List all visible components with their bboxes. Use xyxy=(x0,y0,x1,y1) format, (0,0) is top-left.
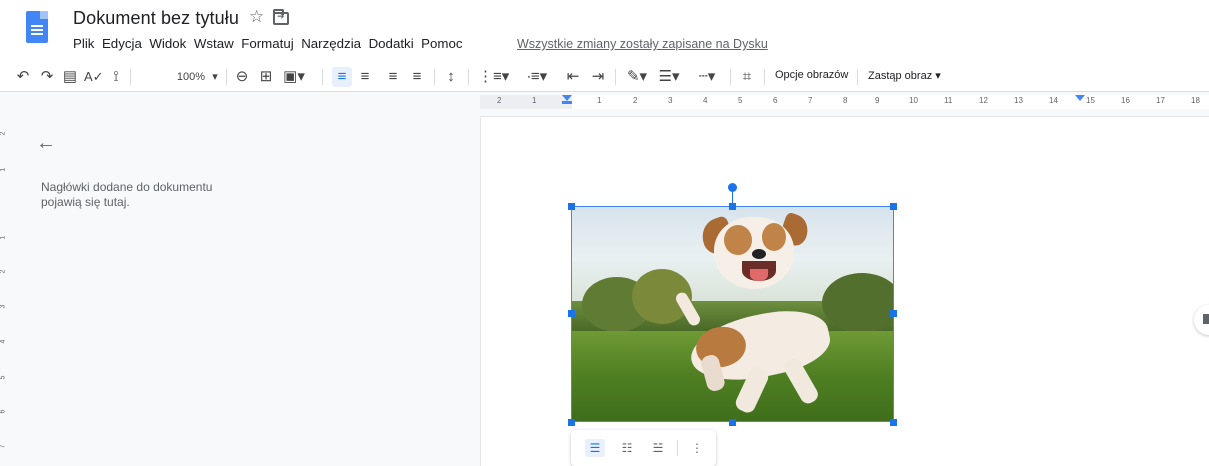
menu-view[interactable]: Widok xyxy=(149,36,186,51)
dog-photo[interactable] xyxy=(571,206,894,422)
ruler-number: 11 xyxy=(944,96,953,105)
ruler-number: 9 xyxy=(875,96,880,105)
google-docs-logo-icon[interactable] xyxy=(26,11,48,43)
align-right-icon[interactable]: ≡ xyxy=(384,67,402,87)
border-dash-icon[interactable]: ┄▾ xyxy=(693,67,721,87)
menu-bar: Plik Edycja Widok Wstaw Formatuj Narzędz… xyxy=(73,36,470,51)
inline-wrap-icon[interactable]: ☰ xyxy=(585,439,605,457)
ruler-number: 15 xyxy=(1086,96,1095,105)
replace-image-button[interactable]: Zastąp obraz ▾ xyxy=(868,69,941,82)
align-justify-icon[interactable]: ≡ xyxy=(408,67,426,87)
replace-image-label: Zastąp obraz xyxy=(868,70,933,82)
ruler-number: 1 xyxy=(532,96,537,105)
ruler-number: 5 xyxy=(738,96,743,105)
resize-handle-left[interactable] xyxy=(568,310,575,317)
ruler-number: 13 xyxy=(1014,96,1023,105)
resize-handle-top-left[interactable] xyxy=(568,203,575,210)
align-center-icon[interactable]: ≡ xyxy=(356,67,374,87)
right-indent-marker[interactable] xyxy=(1075,95,1085,101)
menu-help[interactable]: Pomoc xyxy=(421,36,462,51)
border-color-icon[interactable]: ✎▾ xyxy=(624,67,650,87)
spellcheck-icon[interactable]: A✓ xyxy=(84,67,104,87)
ruler-number: 17 xyxy=(1156,96,1165,105)
horizontal-ruler[interactable]: 2 1 1 2 3 4 5 6 7 8 9 10 11 12 13 14 15 … xyxy=(480,95,1209,109)
close-outline-arrow-icon[interactable]: ← xyxy=(36,132,56,155)
ruler-number: 1 xyxy=(0,235,7,240)
resize-handle-top[interactable] xyxy=(729,203,736,210)
ruler-number: 6 xyxy=(773,96,778,105)
menu-tools[interactable]: Narzędzia xyxy=(301,36,361,51)
outline-placeholder-text: Nagłówki dodane do dokumentu pojawią się… xyxy=(41,180,213,209)
ruler-number: 12 xyxy=(979,96,988,105)
resize-handle-right[interactable] xyxy=(890,310,897,317)
ruler-number: 18 xyxy=(1191,96,1200,105)
menu-file[interactable]: Plik xyxy=(73,36,94,51)
rotate-handle[interactable] xyxy=(728,183,737,192)
ruler-number: 16 xyxy=(1121,96,1130,105)
app-header: Dokument bez tytułu ☆ Plik Edycja Widok … xyxy=(0,0,1209,62)
toolbar: ↶ ↷ ▤ A✓ ⟟ 100% ▾ ⊖ ⊞ ▣▾ ≡ ≡ ≡ ≡ ↕ ⋮≡▾ ∙… xyxy=(0,62,1209,92)
menu-insert[interactable]: Wstaw xyxy=(194,36,234,51)
line-spacing-icon[interactable]: ↕ xyxy=(442,67,460,87)
resize-handle-bottom-left[interactable] xyxy=(568,419,575,426)
bulleted-list-icon[interactable]: ∙≡▾ xyxy=(522,67,552,87)
ruler-number: 6 xyxy=(0,409,7,414)
ruler-number: 10 xyxy=(909,96,918,105)
menu-edit[interactable]: Edycja xyxy=(102,36,142,51)
align-left-icon[interactable]: ≡ xyxy=(332,67,352,87)
ruler-number: 4 xyxy=(703,96,708,105)
increase-indent-icon[interactable]: ⇥ xyxy=(589,67,607,87)
vertical-ruler[interactable]: 2 1 1 2 3 4 5 6 7 xyxy=(0,116,12,466)
image-options-button[interactable]: Opcje obrazów xyxy=(775,69,848,81)
ruler-number: 2 xyxy=(0,269,7,274)
more-options-icon[interactable]: ⋮ xyxy=(687,439,707,457)
save-status-link[interactable]: Wszystkie zmiany zostały zapisane na Dys… xyxy=(517,37,768,51)
resize-handle-top-right[interactable] xyxy=(890,203,897,210)
ruler-number: 8 xyxy=(843,96,848,105)
wrap-text-icon[interactable]: ☷ xyxy=(617,439,637,457)
redo-icon[interactable]: ↷ xyxy=(38,67,56,87)
add-comment-icon[interactable]: ⊞ xyxy=(257,67,275,87)
ruler-number: 1 xyxy=(597,96,602,105)
move-to-folder-icon[interactable] xyxy=(273,9,289,25)
ruler-number: 3 xyxy=(0,304,7,309)
resize-handle-bottom-right[interactable] xyxy=(890,419,897,426)
undo-icon[interactable]: ↶ xyxy=(14,67,32,87)
ruler-number: 5 xyxy=(0,375,7,380)
zoom-select[interactable]: 100% xyxy=(175,67,207,87)
ruler-number: 7 xyxy=(808,96,813,105)
chevron-down-icon[interactable]: ▾ xyxy=(209,67,221,87)
menu-format[interactable]: Formatuj xyxy=(241,36,293,51)
break-text-icon[interactable]: ☱ xyxy=(648,439,668,457)
ruler-number: 4 xyxy=(0,339,7,344)
ruler-number: 2 xyxy=(633,96,638,105)
paint-format-icon[interactable]: ⟟ xyxy=(107,67,125,87)
star-icon[interactable]: ☆ xyxy=(249,7,264,27)
numbered-list-icon[interactable]: ⋮≡▾ xyxy=(478,67,509,87)
insert-image-icon[interactable]: ▣▾ xyxy=(280,67,308,87)
resize-handle-bottom[interactable] xyxy=(729,419,736,426)
first-line-indent-marker[interactable] xyxy=(562,101,572,104)
ruler-number: 1 xyxy=(0,167,7,172)
ruler-number: 14 xyxy=(1049,96,1058,105)
ruler-number: 2 xyxy=(0,131,7,136)
crop-icon[interactable]: ⌗ xyxy=(738,67,756,87)
decrease-indent-icon[interactable]: ⇤ xyxy=(564,67,582,87)
ruler-number: 2 xyxy=(497,96,502,105)
image-inline-toolbar: ☰ ☷ ☱ ⋮ xyxy=(571,430,716,466)
link-icon[interactable]: ⊖ xyxy=(232,67,252,87)
menu-addons[interactable]: Dodatki xyxy=(369,36,414,51)
ruler-number: 3 xyxy=(668,96,673,105)
horizontal-ruler-row: 2 1 1 2 3 4 5 6 7 8 9 10 11 12 13 14 15 … xyxy=(0,92,1209,116)
document-title[interactable]: Dokument bez tytułu xyxy=(73,8,239,29)
ruler-number: 7 xyxy=(0,444,7,449)
print-icon[interactable]: ▤ xyxy=(61,67,79,87)
border-weight-icon[interactable]: ☰▾ xyxy=(656,67,682,87)
